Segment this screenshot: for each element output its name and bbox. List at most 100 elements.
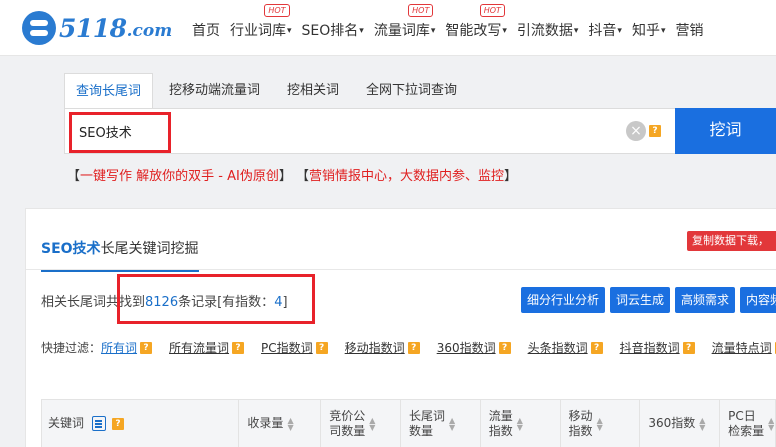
sort-icon[interactable]: ▲ ▼	[369, 416, 375, 431]
dig-words-button[interactable]: 挖词	[675, 108, 776, 154]
logo-domain: .com	[126, 21, 173, 41]
search-tabs: 查询长尾词 挖移动端流量词 挖相关词 全网下拉词查询	[64, 73, 473, 110]
top-bar: 5118 .com 首页 行业词库▾ HOT SEO排名▾ 流量词库▾ HOT 智能改写▾ H…	[0, 0, 776, 56]
filter-item: 移动指数词?	[345, 339, 420, 356]
promo-marketing-intel-link[interactable]: 营销情报中心，大数据内参、监控	[309, 169, 504, 184]
help-icon[interactable]: ?	[498, 341, 511, 354]
help-icon[interactable]: ?	[112, 417, 125, 430]
nav-item-label: 智能改写	[445, 23, 502, 39]
copy-download-button[interactable]: 复制数据下载，	[687, 231, 776, 251]
nav-item-label: 知乎	[631, 23, 660, 39]
help-icon[interactable]: ?	[315, 341, 328, 354]
filter-item: 流量特点词?	[712, 339, 776, 356]
help-icon[interactable]: ?	[682, 341, 695, 354]
search-input[interactable]	[65, 109, 605, 153]
chevron-down-icon: ▾	[660, 26, 666, 36]
nav-item-0[interactable]: 首页	[192, 16, 220, 40]
tab-3[interactable]: 全网下拉词查询	[355, 73, 468, 109]
logo-text: 5118	[59, 13, 127, 43]
column-label: 流量 指数	[488, 408, 513, 438]
help-icon[interactable]: ?	[407, 341, 420, 354]
column-label: 长尾词 数量	[408, 408, 445, 438]
column-header-4[interactable]: 流量 指数 ▲ ▼	[481, 400, 561, 447]
filter-link-0[interactable]: 所有词	[101, 339, 137, 356]
result-count: 8126	[145, 295, 179, 310]
help-icon[interactable]: ?	[140, 341, 153, 354]
main-nav: 首页 行业词库▾ HOT SEO排名▾ 流量词库▾ HOT 智能改写▾ HOT 引流数据▾ 抖音▾…	[192, 0, 713, 56]
nav-item-5[interactable]: 引流数据▾	[517, 16, 579, 40]
clear-icon[interactable]: ×	[626, 121, 646, 141]
panel-title-keyword: SEO技术	[41, 241, 101, 257]
sort-icon[interactable]: ▲ ▼	[768, 416, 774, 431]
filter-item: 头条指数词?	[528, 339, 603, 356]
nav-item-3[interactable]: 流量词库▾ HOT	[373, 4, 436, 40]
column-label: PC日 检索量	[728, 408, 765, 438]
document-icon[interactable]	[92, 416, 107, 431]
filter-link-6[interactable]: 抖音指数词	[620, 339, 680, 356]
nav-item-2[interactable]: SEO排名▾	[302, 16, 364, 40]
promo-ai-writing-link[interactable]: 一键写作 解放你的双手 - AI伪原创	[80, 169, 279, 184]
filter-link-4[interactable]: 360指数词	[437, 339, 496, 356]
bracket-close: 】	[278, 169, 292, 184]
column-label: 360指数	[648, 416, 696, 430]
filter-link-1[interactable]: 所有流量词	[169, 339, 229, 356]
bracket-open: 【	[296, 169, 310, 184]
quick-filters: 快捷过滤： 所有词? 所有流量词? PC指数词? 移动指数词? 360指数词? 头条指数词…	[41, 339, 776, 356]
nav-item-label: 流量词库	[373, 23, 430, 39]
help-icon[interactable]: ?	[232, 341, 245, 354]
site-logo[interactable]: 5118 .com	[22, 10, 172, 46]
sort-icon[interactable]: ▲ ▼	[699, 416, 705, 431]
column-header-2[interactable]: 竞价公 司数量 ▲ ▼	[321, 400, 401, 447]
chevron-down-icon: ▾	[430, 26, 436, 36]
tab-2[interactable]: 挖相关词	[276, 73, 350, 109]
filter-label: 快捷过滤：	[41, 341, 102, 355]
filter-link-5[interactable]: 头条指数词	[528, 339, 588, 356]
column-header-3[interactable]: 长尾词 数量 ▲ ▼	[401, 400, 481, 447]
filter-item: PC指数词?	[261, 339, 328, 356]
action-button-1[interactable]: 词云生成	[610, 287, 671, 313]
column-header-5[interactable]: 移动 指数 ▲ ▼	[561, 400, 641, 447]
results-panel: SEO技术长尾关键词挖掘 复制数据下载， 相关长尾词共找到8126条记录[有指数…	[25, 208, 776, 447]
column-header-6[interactable]: 360指数 ▲ ▼	[640, 400, 721, 447]
nav-item-7[interactable]: 知乎▾	[632, 16, 666, 40]
filter-item: 所有词?	[101, 339, 153, 356]
tab-1[interactable]: 挖移动端流量词	[158, 73, 271, 109]
help-icon[interactable]: ?	[590, 341, 603, 354]
filter-item: 所有流量词?	[169, 339, 245, 356]
filter-link-3[interactable]: 移动指数词	[345, 339, 405, 356]
nav-item-label: 首页	[192, 23, 220, 39]
nav-item-6[interactable]: 抖音▾	[588, 16, 622, 40]
column-header-7[interactable]: PC日 检索量 ▲ ▼	[720, 400, 776, 447]
sort-icon[interactable]: ▲ ▼	[517, 416, 523, 431]
nav-item-label: 营销	[675, 23, 704, 39]
chevron-down-icon: ▾	[617, 26, 622, 36]
column-header-0[interactable]: 关键词?	[42, 400, 240, 447]
result-mid: 条记录[有指数：	[178, 295, 275, 310]
hot-badge: HOT	[479, 4, 505, 17]
chevron-down-icon: ▾	[573, 26, 579, 36]
tab-0[interactable]: 查询长尾词	[64, 73, 154, 110]
filter-item: 360指数词?	[437, 339, 511, 356]
nav-item-label: SEO排名	[301, 23, 359, 39]
nav-item-4[interactable]: 智能改写▾ HOT	[445, 4, 507, 40]
nav-item-1[interactable]: 行业词库▾ HOT	[230, 4, 292, 40]
chevron-down-icon: ▾	[359, 26, 364, 36]
column-header-1[interactable]: 收录量 ▲ ▼	[239, 400, 322, 447]
panel-title[interactable]: SEO技术长尾关键词挖掘	[41, 238, 199, 272]
action-button-0[interactable]: 细分行业分析	[521, 287, 606, 313]
nav-item-8[interactable]: 营销	[675, 16, 703, 40]
sort-icon[interactable]: ▲ ▼	[597, 416, 603, 431]
filter-link-7[interactable]: 流量特点词	[712, 339, 772, 356]
nav-item-label: 行业词库	[230, 23, 286, 39]
hot-badge: HOT	[264, 4, 290, 17]
chevron-down-icon: ▾	[287, 26, 292, 36]
sort-icon[interactable]: ▲ ▼	[287, 416, 293, 431]
hot-badge: HOT	[408, 4, 434, 17]
help-icon[interactable]: ?	[649, 125, 661, 137]
action-button-2[interactable]: 高频需求	[675, 287, 736, 313]
action-button-3[interactable]: 内容频	[740, 287, 776, 313]
sort-icon[interactable]: ▲ ▼	[449, 416, 455, 431]
column-label: 竞价公 司数量	[329, 408, 366, 438]
action-buttons: 细分行业分析词云生成高频需求内容频	[521, 287, 776, 313]
filter-link-2[interactable]: PC指数词	[261, 339, 313, 356]
